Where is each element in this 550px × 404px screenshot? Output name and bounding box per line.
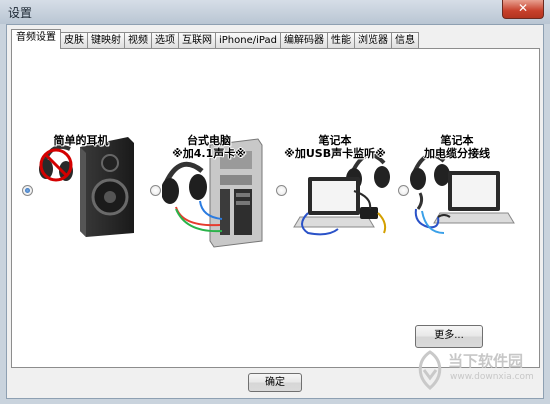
dialog-client: 音频设置 皮肤 键映射 视频 选项 互联网 iPhone/iPad 编解码器 性…: [6, 24, 544, 399]
title-bar: 设置 ✕: [0, 0, 550, 24]
tab-browser[interactable]: 浏览器: [353, 32, 392, 49]
watermark-logo-icon: [418, 350, 442, 390]
option-label-line1: 笔记本: [318, 134, 352, 147]
option-laptop-splitter[interactable]: 笔记本 加电缆分接线: [398, 117, 516, 247]
ok-button[interactable]: 确定: [248, 373, 302, 392]
option-label-line2: 加电缆分接线: [424, 147, 490, 160]
tab-options[interactable]: 选项: [151, 32, 179, 49]
close-button[interactable]: ✕: [502, 0, 544, 19]
more-button[interactable]: 更多...: [415, 325, 483, 348]
option-simple-headphones[interactable]: 简单的耳机: [22, 117, 140, 247]
window-title: 设置: [8, 6, 33, 20]
tab-bar: 音频设置 皮肤 键映射 视频 选项 互联网 iPhone/iPad 编解码器 性…: [11, 29, 419, 49]
option-desktop-pc[interactable]: 台式电脑 ※加4.1声卡※: [150, 117, 268, 248]
watermark-name: 当下软件园: [448, 352, 524, 370]
radio-desktop-pc[interactable]: [150, 185, 161, 196]
watermark: 当下软件园 www.downxia.com: [412, 348, 542, 394]
radio-laptop-usb[interactable]: [276, 185, 287, 196]
option-laptop-usb[interactable]: 笔记本 ※加USB声卡监听※: [276, 117, 394, 247]
tab-iphone-ipad[interactable]: iPhone/iPad: [215, 32, 281, 49]
tab-performance[interactable]: 性能: [326, 32, 355, 49]
radio-laptop-splitter[interactable]: [398, 185, 409, 196]
tab-audio-settings[interactable]: 音频设置: [11, 29, 61, 49]
option-label-line1: 台式电脑: [187, 134, 231, 147]
option-label: 简单的耳机: [53, 134, 109, 147]
radio-simple-headphones[interactable]: [22, 185, 33, 196]
tab-codecs[interactable]: 编解码器: [279, 32, 328, 49]
watermark-url: www.downxia.com: [450, 372, 534, 382]
tab-video[interactable]: 视频: [124, 32, 152, 49]
option-label-line2: ※加4.1声卡※: [172, 147, 246, 160]
tab-skin[interactable]: 皮肤: [60, 32, 88, 49]
audio-settings-panel: 简单的耳机 台式电脑 ※加4.1声卡※ 笔记本 ※加USB声卡监听※ 笔记本 加…: [11, 48, 540, 368]
tab-info[interactable]: 信息: [390, 32, 419, 49]
tab-internet[interactable]: 互联网: [178, 32, 216, 49]
tab-keymap[interactable]: 键映射: [87, 32, 125, 49]
option-label-line1: 笔记本: [440, 134, 474, 147]
option-label-line2: ※加USB声卡监听※: [284, 147, 386, 160]
close-icon: ✕: [517, 1, 529, 15]
